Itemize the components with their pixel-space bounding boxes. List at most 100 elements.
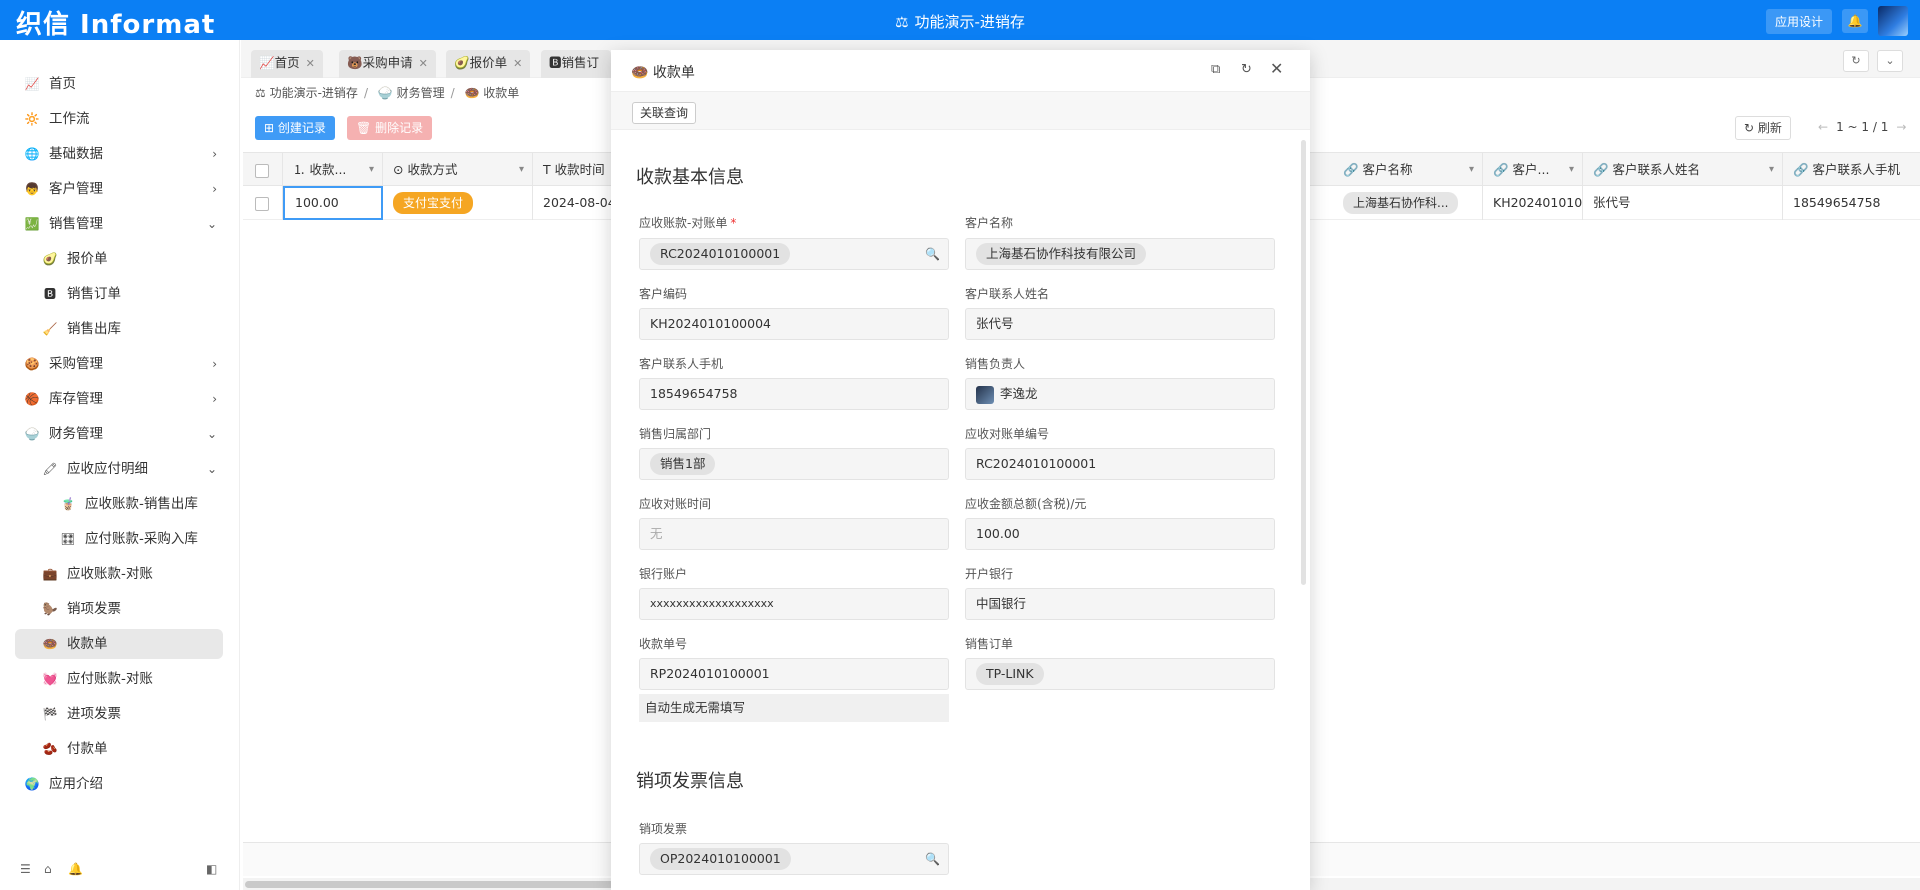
notification-bell-icon[interactable]: 🔔: [1842, 9, 1868, 33]
contact-name-field[interactable]: 张代号: [965, 308, 1275, 340]
tab-quotation[interactable]: 🥑报价单 ✕: [446, 50, 531, 78]
sort-down-icon[interactable]: ▾: [1469, 153, 1474, 187]
sales-order-field[interactable]: TP-LINK: [965, 658, 1275, 690]
bell-icon[interactable]: 🔔: [68, 862, 83, 876]
search-icon[interactable]: 🔍: [925, 844, 940, 874]
header-customer-name[interactable]: 🔗 客户名称 ▾: [1333, 153, 1483, 187]
sidebar-item-ar-ap-detail[interactable]: 🖍 应收应付明细 ⌄: [15, 454, 223, 484]
breadcrumb-root[interactable]: 功能演示-进销存: [270, 86, 358, 100]
create-record-button[interactable]: ⊞ 创建记录: [255, 116, 335, 140]
related-query-button[interactable]: 关联查询: [632, 102, 697, 124]
home-icon[interactable]: ⌂: [44, 862, 52, 876]
sidebar-item-sales[interactable]: 💹 销售管理 ⌄: [15, 209, 223, 239]
money-icon: 💹: [24, 217, 40, 231]
avocado-icon: 🥑: [454, 55, 470, 70]
receipt-modal: 🍩 收款单 ⧉ ↻ ✕ 关联查询 收款基本信息 应收账款-对账单 * RC2024…: [611, 50, 1310, 890]
modal-scrollbar[interactable]: [1301, 140, 1306, 585]
collapse-sidebar-icon[interactable]: ◧: [206, 862, 217, 876]
breadcrumb-parent[interactable]: 财务管理: [397, 86, 445, 100]
dept-field[interactable]: 销售1部: [639, 448, 949, 480]
sidebar-item-app-intro[interactable]: 🌍 应用介绍: [15, 769, 223, 799]
refresh-button[interactable]: ↻ 刷新: [1735, 116, 1791, 140]
chevron-down-icon: ⌄: [206, 427, 217, 441]
sidebar-item-customer[interactable]: 👦 客户管理 ›: [15, 174, 223, 204]
sidebar-item-receipt[interactable]: 🍩 收款单: [15, 629, 223, 659]
chevron-down-icon[interactable]: ⌄: [1877, 50, 1903, 72]
contact-phone-field[interactable]: 18549654758: [639, 378, 949, 410]
app-title-area: ⚖ 功能演示-进销存: [0, 11, 1920, 32]
sidebar-item-ar-reconciliation[interactable]: 💼 应收账款-对账: [15, 559, 223, 589]
delete-record-button[interactable]: 🗑 删除记录: [347, 116, 433, 140]
cell-amount[interactable]: 100.00: [283, 186, 383, 220]
invoice-field[interactable]: OP2024010100001 🔍: [639, 843, 949, 875]
select-all-checkbox[interactable]: [243, 153, 283, 187]
refresh-tabs-icon[interactable]: ↻: [1843, 50, 1869, 72]
cell-customer-name[interactable]: 上海基石协作科...: [1333, 186, 1483, 220]
app-design-button[interactable]: 应用设计: [1765, 8, 1832, 34]
receipt-no-field[interactable]: RP2024010100001: [639, 658, 949, 690]
recon-time-field[interactable]: 无: [639, 518, 949, 550]
recon-bill-field[interactable]: RC2024010100001 🔍: [639, 238, 949, 270]
open-external-icon[interactable]: ⧉: [1211, 62, 1220, 77]
sidebar-item-ap-purchase-inbound[interactable]: 🎛 应付账款-采购入库: [15, 524, 223, 554]
sidebar-item-sales-order[interactable]: 🅱 销售订单: [15, 279, 223, 309]
refresh-icon[interactable]: ↻: [1241, 62, 1252, 77]
menu-icon[interactable]: ☰: [20, 862, 31, 876]
sidebar-item-workflow[interactable]: 🔆 工作流: [15, 104, 223, 134]
customer-name-field[interactable]: 上海基石协作科技有限公司: [965, 238, 1275, 270]
recon-no-field[interactable]: RC2024010100001: [965, 448, 1275, 480]
close-icon[interactable]: ✕: [1270, 59, 1283, 78]
search-icon[interactable]: 🔍: [925, 239, 940, 269]
sidebar-item-home[interactable]: 📈 首页: [15, 69, 223, 99]
cell-contact-phone[interactable]: 18549654758: [1783, 186, 1920, 220]
bank-field[interactable]: 中国银行: [965, 588, 1275, 620]
sidebar-item-quotation[interactable]: 🥑 报价单: [15, 244, 223, 274]
cell-customer-code[interactable]: KH2024010100: [1483, 186, 1583, 220]
sidebar-item-inventory[interactable]: 🏀 库存管理 ›: [15, 384, 223, 414]
sidebar-item-finance[interactable]: 🍚 财务管理 ⌄: [15, 419, 223, 449]
recon-time-label: 应收对账时间: [639, 497, 712, 511]
tab-sales-order[interactable]: 🅱销售订: [541, 50, 611, 78]
sales-owner-field[interactable]: 李逸龙: [965, 378, 1275, 410]
sidebar-item-input-invoice[interactable]: 🏁 进项发票: [15, 699, 223, 729]
header-amount[interactable]: ⒈ 收款... ▾: [283, 153, 383, 187]
sort-down-icon[interactable]: ▾: [369, 153, 374, 187]
sidebar-item-ap-reconciliation[interactable]: 💓 应付账款-对账: [15, 664, 223, 694]
chart-icon: 📈: [24, 77, 40, 91]
user-avatar[interactable]: [1878, 6, 1908, 36]
close-icon[interactable]: ✕: [306, 57, 315, 70]
row-checkbox[interactable]: [243, 186, 283, 220]
receipt-no-label: 收款单号: [639, 637, 688, 651]
broom-icon: 🧹: [42, 322, 58, 336]
sidebar-item-sales-outbound[interactable]: 🧹 销售出库: [15, 314, 223, 344]
close-icon[interactable]: ✕: [513, 57, 522, 70]
customer-code-field[interactable]: KH2024010100004: [639, 308, 949, 340]
prev-page-icon[interactable]: ←: [1818, 120, 1828, 134]
total-amount-field[interactable]: 100.00: [965, 518, 1275, 550]
beans-icon: 🫘: [42, 742, 58, 756]
b-icon: 🅱: [549, 55, 562, 70]
sidebar-item-output-invoice[interactable]: 🦫 销项发票: [15, 594, 223, 624]
header-contact-name[interactable]: 🔗 客户联系人姓名 ▾: [1583, 153, 1783, 187]
contact-phone-label: 客户联系人手机: [639, 357, 724, 371]
required-mark: *: [730, 216, 737, 230]
header-contact-phone[interactable]: 🔗 客户联系人手机: [1783, 153, 1920, 187]
tab-purchase-request[interactable]: 🐻采购申请 ✕: [339, 50, 436, 78]
header-method[interactable]: ⊙ 收款方式 ▾: [383, 153, 533, 187]
flag-icon: 🏁: [42, 707, 58, 721]
sort-down-icon[interactable]: ▾: [519, 153, 524, 187]
sidebar-item-purchase[interactable]: 🍪 采购管理 ›: [15, 349, 223, 379]
tab-home[interactable]: 📈首页 ✕: [251, 50, 323, 78]
bank-account-field[interactable]: xxxxxxxxxxxxxxxxxxx: [639, 588, 949, 620]
customer-code-label: 客户编码: [639, 287, 688, 301]
cell-method[interactable]: 支付宝支付: [383, 186, 533, 220]
sort-down-icon[interactable]: ▾: [1569, 153, 1574, 187]
next-page-icon[interactable]: →: [1896, 120, 1906, 134]
sidebar-item-basic-data[interactable]: 🌐 基础数据 ›: [15, 139, 223, 169]
close-icon[interactable]: ✕: [419, 57, 428, 70]
sort-down-icon[interactable]: ▾: [1769, 153, 1774, 187]
cell-contact-name[interactable]: 张代号: [1583, 186, 1783, 220]
header-customer-code[interactable]: 🔗 客户... ▾: [1483, 153, 1583, 187]
sidebar-item-payment[interactable]: 🫘 付款单: [15, 734, 223, 764]
sidebar-item-ar-sales-outbound[interactable]: 🧋 应收账款-销售出库: [15, 489, 223, 519]
